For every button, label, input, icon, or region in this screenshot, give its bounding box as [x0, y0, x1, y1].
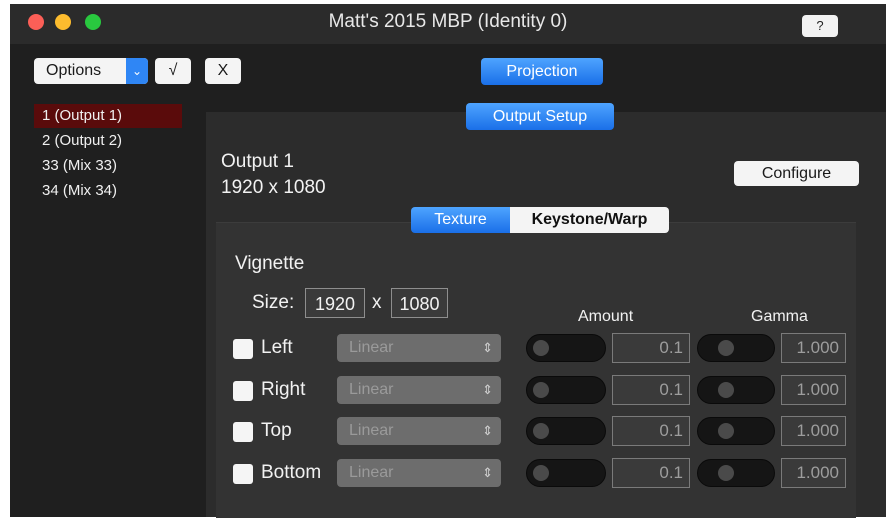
gamma-header: Gamma [751, 308, 808, 325]
bottom-gamma-field[interactable]: 1.000 [781, 458, 846, 488]
slider-knob[interactable] [718, 382, 734, 398]
sidebar-item-output-2[interactable]: 2 (Output 2) [34, 129, 182, 153]
window-title: Matt's 2015 MBP (Identity 0) [328, 11, 568, 32]
top-amount-slider[interactable] [526, 417, 606, 445]
up-down-chevron-icon: ⇕ [482, 423, 493, 438]
slider-knob[interactable] [533, 382, 549, 398]
sidebar-item-mix-33[interactable]: 33 (Mix 33) [34, 154, 182, 178]
output-resolution: 1920 x 1080 [221, 177, 326, 198]
slider-knob[interactable] [718, 340, 734, 356]
right-label: Right [261, 379, 306, 400]
up-down-chevron-icon: ⇕ [482, 382, 493, 397]
left-label: Left [261, 337, 293, 358]
right-mode-select[interactable]: Linear ⇕ [337, 376, 501, 404]
top-label: Top [261, 420, 292, 441]
configure-button[interactable]: Configure [734, 161, 859, 186]
help-button[interactable]: ? [802, 15, 838, 37]
size-by-label: x [372, 292, 382, 313]
slider-knob[interactable] [533, 423, 549, 439]
options-dropdown[interactable]: Options ⌄ [34, 58, 148, 84]
left-mode-value: Linear [349, 339, 394, 356]
bottom-mode-select[interactable]: Linear ⇕ [337, 459, 501, 487]
top-gamma-field[interactable]: 1.000 [781, 416, 846, 446]
right-gamma-field[interactable]: 1.000 [781, 375, 846, 405]
left-checkbox[interactable] [233, 339, 253, 359]
up-down-chevron-icon: ⇕ [482, 340, 493, 355]
vignette-height-field[interactable]: 1080 [391, 288, 448, 318]
top-mode-value: Linear [349, 422, 394, 439]
left-amount-field[interactable]: 0.1 [612, 333, 690, 363]
left-gamma-slider[interactable] [697, 334, 775, 362]
slider-knob[interactable] [718, 465, 734, 481]
sidebar-item-output-1[interactable]: 1 (Output 1) [34, 104, 182, 128]
bottom-amount-slider[interactable] [526, 459, 606, 487]
output-name: Output 1 [221, 151, 294, 172]
cancel-button[interactable]: X [205, 58, 241, 84]
left-amount-slider[interactable] [526, 334, 606, 362]
slider-knob[interactable] [718, 423, 734, 439]
amount-header: Amount [578, 308, 634, 325]
sidebar-item-mix-34[interactable]: 34 (Mix 34) [34, 179, 182, 203]
right-gamma-slider[interactable] [697, 376, 775, 404]
right-mode-value: Linear [349, 381, 394, 398]
bottom-gamma-slider[interactable] [697, 459, 775, 487]
slider-knob[interactable] [533, 340, 549, 356]
bottom-label: Bottom [261, 462, 322, 483]
projection-button[interactable]: Projection [481, 58, 603, 85]
tab-keystone-warp[interactable]: Keystone/Warp [510, 207, 669, 233]
bottom-mode-value: Linear [349, 464, 394, 481]
right-checkbox[interactable] [233, 381, 253, 401]
right-amount-field[interactable]: 0.1 [612, 375, 690, 405]
confirm-button[interactable]: √ [155, 58, 191, 84]
top-gamma-slider[interactable] [697, 417, 775, 445]
tab-texture[interactable]: Texture [411, 207, 510, 233]
vignette-width-field[interactable]: 1920 [305, 288, 365, 318]
bottom-amount-field[interactable]: 0.1 [612, 458, 690, 488]
left-mode-select[interactable]: Linear ⇕ [337, 334, 501, 362]
up-down-chevron-icon: ⇕ [482, 465, 493, 480]
chevron-down-icon: ⌄ [126, 58, 148, 84]
options-dropdown-label: Options [46, 62, 102, 79]
top-mode-select[interactable]: Linear ⇕ [337, 417, 501, 445]
left-gamma-field[interactable]: 1.000 [781, 333, 846, 363]
size-label: Size: [252, 292, 295, 313]
top-checkbox[interactable] [233, 422, 253, 442]
vignette-heading: Vignette [235, 253, 305, 274]
right-amount-slider[interactable] [526, 376, 606, 404]
slider-knob[interactable] [533, 465, 549, 481]
bottom-checkbox[interactable] [233, 464, 253, 484]
output-setup-button[interactable]: Output Setup [466, 103, 614, 130]
top-amount-field[interactable]: 0.1 [612, 416, 690, 446]
